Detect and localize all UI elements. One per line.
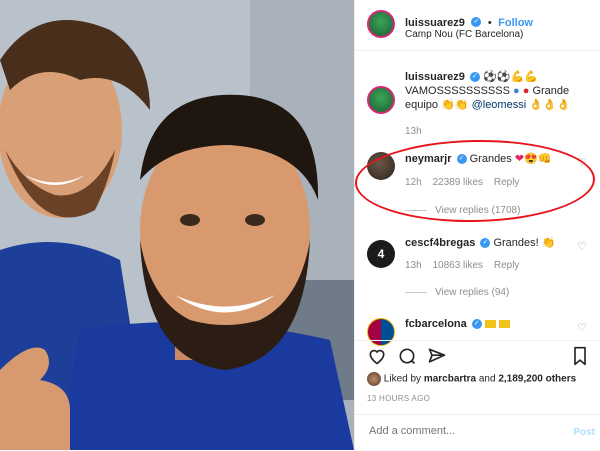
follow-button[interactable]: Follow xyxy=(498,17,533,29)
mention-link[interactable]: @leomessi xyxy=(472,99,527,111)
post-comment-button[interactable]: Post xyxy=(573,427,595,438)
comment-text: Grandes xyxy=(469,153,512,165)
selfie-illustration xyxy=(0,0,354,450)
like-comment-icon[interactable]: ♡ xyxy=(577,321,587,334)
liked-by-prefix: Liked by xyxy=(383,373,422,385)
view-replies-label: View replies (1708) xyxy=(435,205,521,216)
post-location[interactable]: Camp Nou (FC Barcelona) xyxy=(405,29,523,40)
like-comment-icon[interactable]: ♡ xyxy=(577,156,587,169)
comment-avatar[interactable]: 4 xyxy=(367,240,395,268)
likes-summary: Liked by marcbartra and 2,189,200 others xyxy=(367,372,576,386)
header-separator: • xyxy=(487,17,492,29)
caption-avatar[interactable] xyxy=(367,86,395,114)
verified-icon: ✓ xyxy=(480,238,491,249)
comment-likes[interactable]: 10863 likes xyxy=(432,260,483,271)
comment-username[interactable]: cescf4bregas xyxy=(405,237,475,249)
caption-text-line2a: Grande xyxy=(532,85,570,97)
clapping-emoji: 👏 xyxy=(541,237,556,249)
red-circle-emoji: ● xyxy=(522,85,530,97)
post-photo[interactable] xyxy=(0,0,354,450)
post-header: luissuarez9 ✓ • Follow Camp Nou (FC Barc… xyxy=(355,0,600,51)
comment-username[interactable]: fcbarcelona xyxy=(405,318,467,330)
author-avatar[interactable] xyxy=(367,10,395,38)
blue-circle-emoji: ● xyxy=(513,85,520,97)
author-username[interactable]: luissuarez9 xyxy=(405,17,465,29)
heart-emoji: ❤ xyxy=(514,153,525,165)
bookmark-icon[interactable] xyxy=(571,346,589,366)
comment-time: 13h xyxy=(405,260,422,271)
liked-by-and: and xyxy=(478,373,496,385)
verified-icon: ✓ xyxy=(471,319,482,330)
flexed-biceps-emoji: 💪💪 xyxy=(510,71,538,83)
comment-avatar[interactable] xyxy=(367,152,395,180)
caption-text-line1: VAMOSSSSSSSSSS xyxy=(405,85,510,97)
reply-button[interactable]: Reply xyxy=(494,260,520,271)
view-replies-button[interactable]: View replies (1708) xyxy=(405,205,520,216)
soccer-ball-emoji: ⚽⚽ xyxy=(483,71,511,83)
comment-username[interactable]: neymarjr xyxy=(405,153,451,165)
comment-likes[interactable]: 22389 likes xyxy=(432,177,483,188)
heart-icon[interactable] xyxy=(367,346,387,366)
like-comment-icon[interactable]: ♡ xyxy=(577,240,587,253)
comment-time: 12h xyxy=(405,177,422,188)
verified-icon: ✓ xyxy=(469,72,480,83)
action-bar xyxy=(355,340,600,369)
caption-username[interactable]: luissuarez9 xyxy=(405,71,465,83)
add-comment-bar: Post xyxy=(355,414,600,451)
verified-icon: ✓ xyxy=(471,16,482,27)
add-comment-input[interactable] xyxy=(367,424,551,438)
flag-emoji xyxy=(484,320,496,329)
caption-time: 13h xyxy=(405,126,422,137)
reply-button[interactable]: Reply xyxy=(494,177,520,188)
comment-text: Grandes! xyxy=(493,237,539,249)
post-sidebar: luissuarez9 ✓ • Follow Camp Nou (FC Barc… xyxy=(354,0,600,450)
fist-emoji: 👊 xyxy=(537,153,552,165)
heart-eyes-emoji: 😍 xyxy=(524,153,538,165)
view-replies-button[interactable]: View replies (94) xyxy=(405,287,509,298)
share-icon[interactable] xyxy=(427,346,447,366)
likes-count[interactable]: 2,189,200 others xyxy=(498,374,576,385)
liker-avatar[interactable] xyxy=(367,372,381,386)
caption-text-line2b: equipo xyxy=(405,99,439,111)
liked-by-user[interactable]: marcbartra xyxy=(424,374,476,385)
ok-hand-emoji: 👌👌👌 xyxy=(529,99,571,111)
flag-emoji xyxy=(498,320,510,329)
post-timestamp[interactable]: 13 HOURS AGO xyxy=(367,394,430,403)
view-replies-label: View replies (94) xyxy=(435,287,510,298)
comment-icon[interactable] xyxy=(397,346,417,366)
clapping-emoji: 👏👏 xyxy=(441,99,469,111)
verified-icon: ✓ xyxy=(456,154,467,165)
